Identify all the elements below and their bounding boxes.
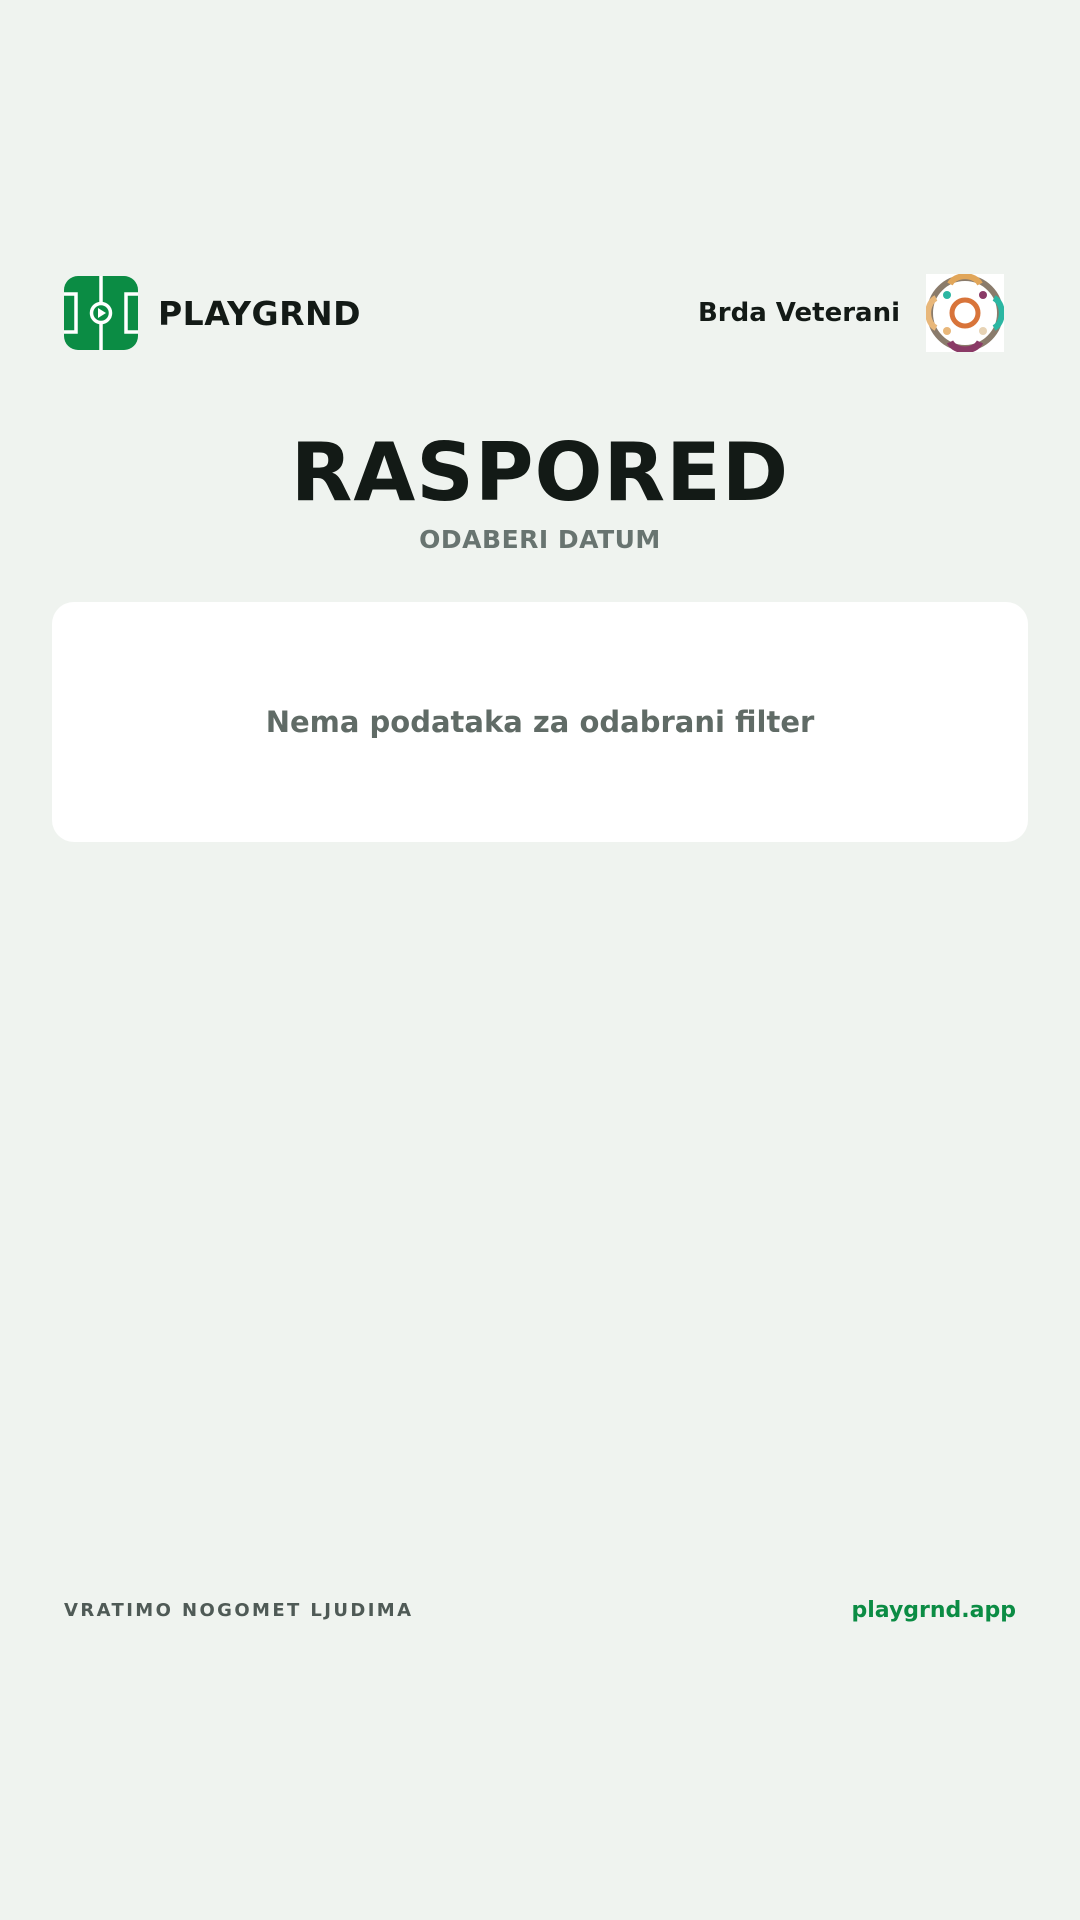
page-title: RASPORED: [290, 426, 790, 519]
footer: VRATIMO NOGOMET LJUDIMA playgrnd.app: [64, 1598, 1016, 1623]
brand-name: PLAYGRND: [158, 293, 361, 333]
footer-tagline: VRATIMO NOGOMET LJUDIMA: [64, 1600, 414, 1621]
date-picker-label[interactable]: ODABERI DATUM: [0, 525, 1080, 554]
site-link[interactable]: playgrnd.app: [851, 1598, 1016, 1623]
team-name: Brda Veterani: [697, 298, 900, 328]
team-selector[interactable]: Brda Veterani: [698, 274, 1004, 352]
team-crest-icon: [926, 274, 1004, 352]
empty-state-message: Nema podataka za odabrani filter: [265, 705, 815, 739]
brand[interactable]: PLAYGRND: [64, 276, 361, 350]
top-header: PLAYGRND Brda Veterani: [64, 274, 1004, 352]
schedule-card: Nema podataka za odabrani filter: [52, 602, 1028, 842]
football-pitch-icon: [64, 276, 138, 350]
